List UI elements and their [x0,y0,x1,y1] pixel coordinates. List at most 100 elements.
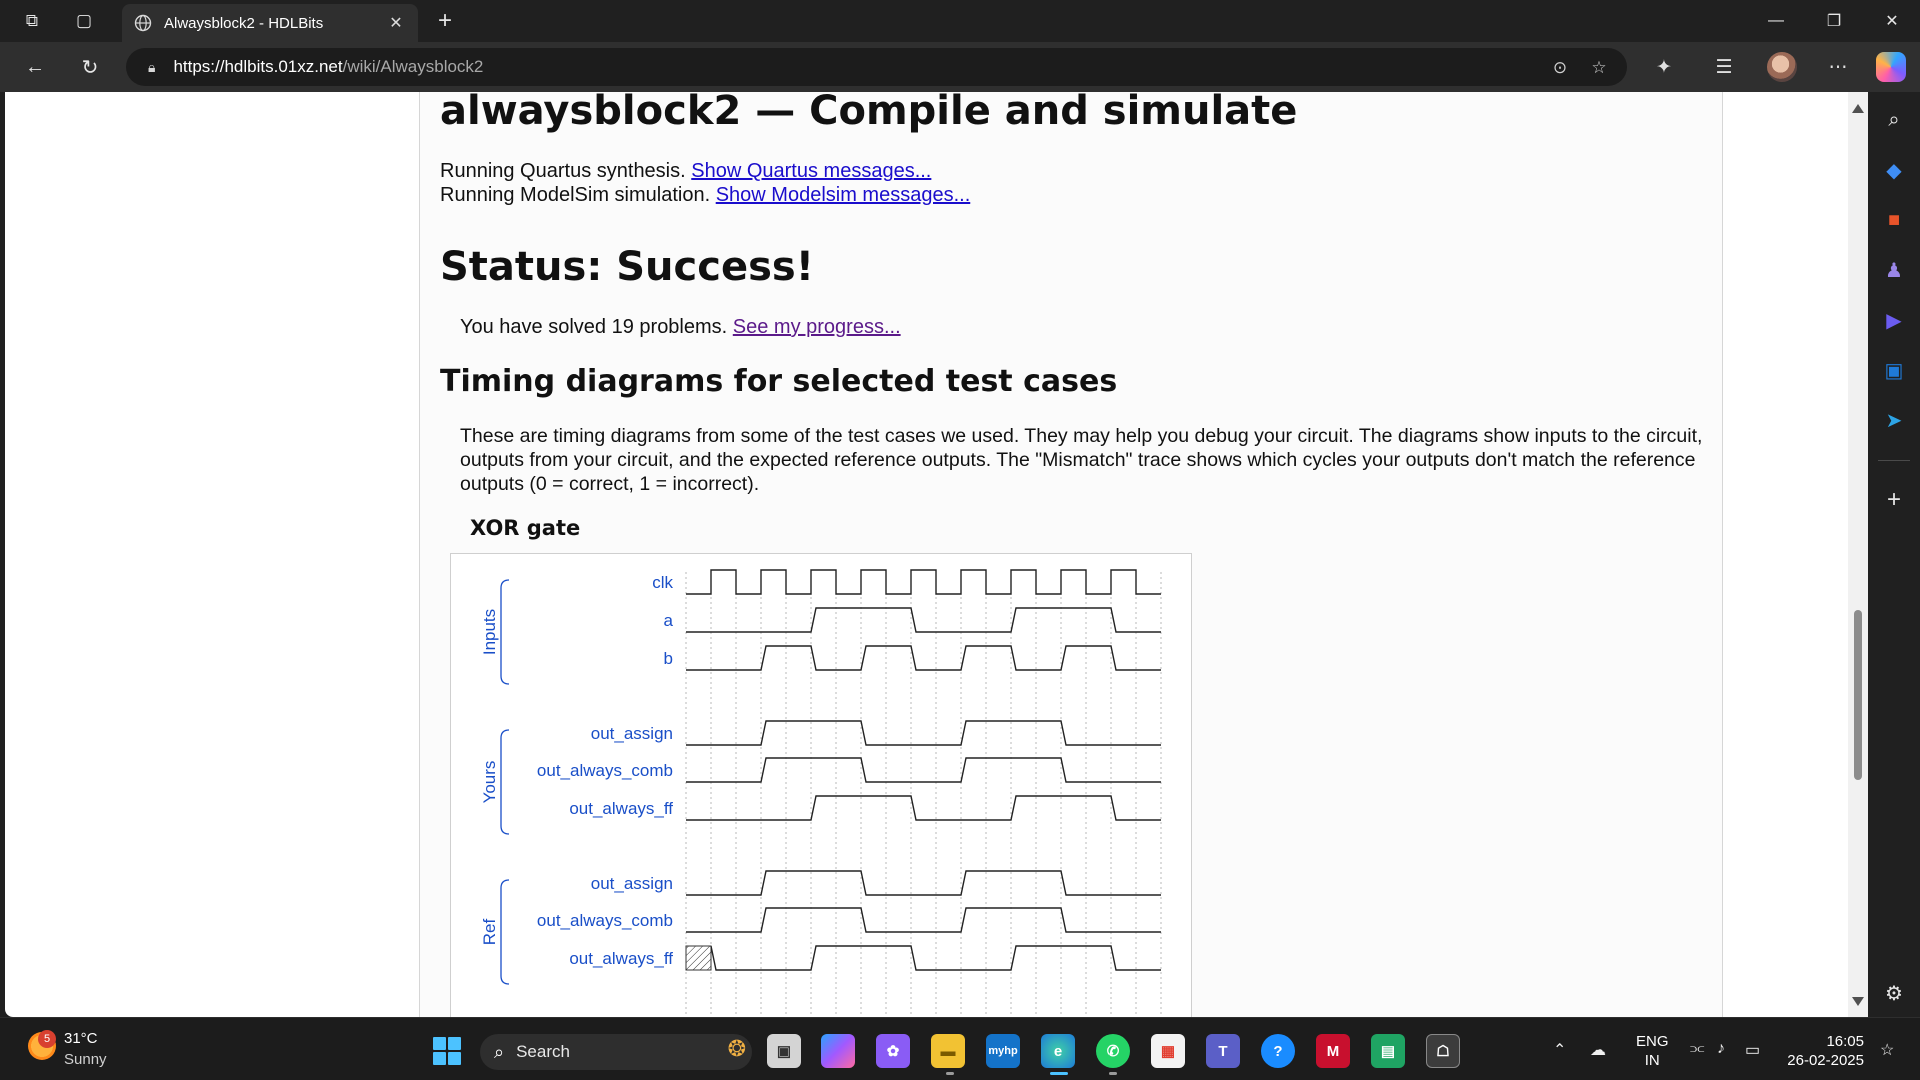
wifi-icon[interactable]: ⫗ [1690,1040,1704,1058]
signal-label: out_always_ff [569,799,673,818]
solved-line: You have solved 19 problems. See my prog… [460,316,901,339]
undefined-region [685,945,712,971]
copilot-icon[interactable] [1876,52,1906,82]
extensions-icon[interactable]: ✦ [1648,51,1680,83]
games-icon[interactable]: ♟ [1879,255,1909,285]
language-region: IN [1644,1052,1660,1069]
modelsim-status: Running ModelSim simulation. [440,184,711,206]
onedrive-icon[interactable]: ☁ [1590,1040,1606,1060]
page-scrollbar[interactable] [1848,92,1868,1017]
group-bracket [500,579,510,685]
signal-label: a [664,611,674,630]
tools-briefcase-icon[interactable]: ■ [1879,205,1909,235]
explorer-running-indicator [946,1072,954,1075]
weather-description[interactable]: Sunny [64,1051,107,1068]
solved-count-text: You have solved 19 problems. [460,316,728,338]
mcafee-icon[interactable]: M [1316,1034,1350,1068]
edge-sidebar: ⌕ ◆ ■ ♟ ▶ ▣ ➤ + ⚙ [1868,92,1920,1017]
vertical-tabs-icon[interactable]: ▢ [68,6,100,36]
timing-heading: Timing diagrams for selected test cases [440,364,1118,399]
notification-bell-icon[interactable]: ☆ [1880,1040,1894,1060]
more-menu-icon[interactable]: ⋯ [1822,51,1854,83]
microsoft-store-icon[interactable]: ▦ [1151,1034,1185,1068]
close-window-button[interactable]: ✕ [1864,0,1920,42]
scroll-thumb[interactable] [1854,610,1862,780]
signal-trace [686,870,1161,896]
send-icon[interactable]: ➤ [1879,405,1909,435]
edge-active-indicator [1050,1072,1068,1075]
search-highlight-icon: ❂ [727,1036,746,1061]
battery-icon[interactable]: ▭ [1745,1040,1760,1060]
classroom-icon[interactable]: ▤ [1371,1034,1405,1068]
settings-gear-icon[interactable]: ⚙ [1879,978,1909,1008]
tab-close-icon[interactable]: ✕ [386,13,406,33]
search-icon[interactable]: ⌕ [1879,105,1909,135]
profile-avatar[interactable] [1767,52,1797,82]
favorites-icon[interactable]: ☰ [1708,51,1740,83]
signal-trace [686,607,1161,633]
scroll-up-arrow[interactable] [1852,104,1864,113]
tab-alwaysblock2[interactable]: Alwaysblock2 - HDLBits ✕ [122,4,418,42]
lock-icon[interactable]: 🔒︎ [148,59,155,76]
back-icon[interactable]: ← [18,51,52,83]
address-bar[interactable]: 🔒︎ https://hdlbits.01xz.net/wiki/Alwaysb… [126,48,1627,86]
modelsim-line: Running ModelSim simulation. Show Models… [440,184,970,207]
copilot-app-icon[interactable] [821,1034,855,1068]
quartus-messages-link[interactable]: Show Quartus messages... [691,160,931,182]
clipchamp-icon[interactable]: ✿ [876,1034,910,1068]
copilot-sidebar-icon[interactable]: ▶ [1879,305,1909,335]
weather-badge: 5 [38,1030,56,1048]
signal-label: out_always_comb [537,761,673,780]
windows-taskbar: 5 31°C Sunny ⌕ Search ❂ ▣ ✿ ▬ myhp e ✆ ▦… [0,1017,1920,1080]
app-shield-icon[interactable]: ☖ [1426,1034,1460,1068]
waveform-svg: Inputs clk ab Yours out_assign out_always_com… [480,569,1162,1017]
signal-trace [686,720,1161,746]
signal-label: out_always_ff [569,949,673,968]
outlook-icon[interactable]: ▣ [1879,355,1909,385]
reading-mode-icon[interactable]: ⊙ [1546,54,1574,82]
refresh-icon[interactable]: ↻ [73,51,107,83]
timing-description: These are timing diagrams from some of t… [460,425,1703,495]
page-title: alwaysblock2 — Compile and simulate [440,92,1298,134]
edge-browser-icon[interactable]: e [1041,1034,1075,1068]
signal-label: out_always_comb [537,911,673,930]
globe-icon [134,14,152,32]
get-help-icon[interactable]: ? [1261,1034,1295,1068]
shopping-tag-icon[interactable]: ◆ [1879,155,1909,185]
scroll-down-arrow[interactable] [1852,997,1864,1006]
volume-icon[interactable]: ♪ [1717,1040,1725,1058]
group-label: Yours [480,761,499,804]
modelsim-messages-link[interactable]: Show Modelsim messages... [716,184,971,206]
search-label: Search [516,1042,570,1061]
url-text: https://hdlbits.01xz.net/wiki/Alwaysbloc… [173,57,484,76]
minimize-button[interactable]: — [1748,0,1804,42]
signal-label: clk [652,573,673,592]
teams-icon[interactable]: T [1206,1034,1240,1068]
start-button[interactable] [433,1037,461,1065]
quartus-status: Running Quartus synthesis. [440,160,686,182]
browser-toolbar: ← ↻ 🔒︎ https://hdlbits.01xz.net/wiki/Alw… [0,42,1920,92]
signal-label: out_assign [591,724,673,743]
tray-chevron-icon[interactable]: ⌃ [1553,1040,1566,1060]
signal-trace [686,757,1161,783]
whatsapp-running-indicator [1109,1072,1117,1075]
task-view-icon[interactable]: ▣ [767,1034,801,1068]
myhp-icon[interactable]: myhp [986,1034,1020,1068]
restore-button[interactable]: ❐ [1806,0,1862,42]
tab-title: Alwaysblock2 - HDLBits [164,14,324,32]
new-tab-button[interactable]: + [430,6,460,36]
system-clock[interactable]: 16:05 26-02-2025 [1786,1032,1864,1070]
language-indicator[interactable]: ENG IN [1636,1032,1669,1070]
progress-link[interactable]: See my progress... [733,316,901,338]
group-label: Ref [480,919,499,946]
workspaces-icon[interactable]: ⧉ [16,6,48,36]
taskbar-search[interactable]: ⌕ Search ❂ [480,1034,752,1070]
status-heading: Status: Success! [440,244,814,290]
test-case-title: XOR gate [470,516,581,540]
whatsapp-icon[interactable]: ✆ [1096,1034,1130,1068]
weather-temp[interactable]: 31°C [64,1030,98,1047]
favorite-star-icon[interactable]: ☆ [1585,54,1613,82]
add-sidebar-app-icon[interactable]: + [1879,485,1909,515]
clock-trace [686,569,1161,595]
file-explorer-icon[interactable]: ▬ [931,1034,965,1068]
